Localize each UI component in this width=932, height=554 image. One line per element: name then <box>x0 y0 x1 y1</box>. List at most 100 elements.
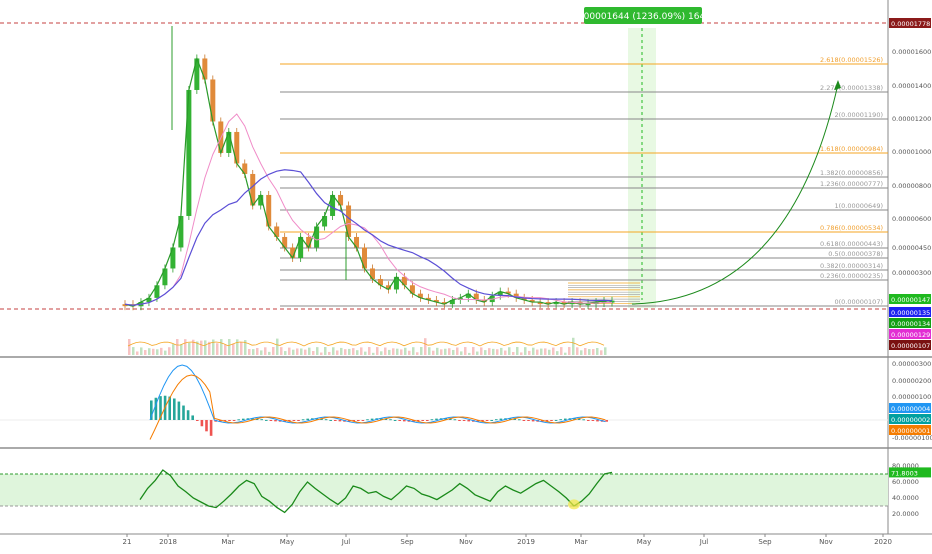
price-badge[interactable]: 0.00000129 <box>889 329 931 339</box>
volume-bar <box>584 348 587 355</box>
price-tick-label: 0.00000450 <box>892 244 931 252</box>
fib-level-label: 0(0.00000107) <box>835 298 884 306</box>
volume-bar <box>384 347 387 355</box>
macd-histogram-bar <box>274 420 277 422</box>
macd-histogram-bar <box>554 419 558 421</box>
volume-bar <box>412 347 415 355</box>
fib-level-label: 0.5(0.00000378) <box>828 250 883 258</box>
rsi-badge[interactable]: 71.8003 <box>889 467 931 478</box>
price-badge[interactable]: 0.00000107 <box>889 340 931 350</box>
volume-bar <box>336 350 339 355</box>
macd-histogram-bar <box>499 418 503 420</box>
macd-histogram-bar <box>522 420 526 421</box>
volume-bar <box>440 349 443 355</box>
price-badge-label: 0.00000147 <box>891 296 930 304</box>
volume-bar <box>544 348 547 355</box>
fib-level-label: 0.618(0.00000443) <box>820 240 883 248</box>
macd-signal-line[interactable] <box>149 374 606 440</box>
macd-histogram-bar <box>324 419 328 421</box>
time-tick-label: Sep <box>400 538 414 546</box>
volume-bar <box>324 347 327 355</box>
macd-histogram-bar <box>232 420 236 421</box>
fib-level-label: 1.236(0.00000777) <box>820 180 883 188</box>
volume-bar <box>392 348 395 355</box>
volume-bar <box>320 352 323 355</box>
volume-bar <box>480 347 483 355</box>
macd-badge-label: 0.00000001 <box>891 427 930 435</box>
volume-bar <box>468 352 471 355</box>
volume-bar <box>340 347 343 355</box>
volume-bar <box>220 339 223 355</box>
volume-bar <box>548 349 551 355</box>
volume-bar <box>424 338 427 355</box>
price-tick-label: 0.00001200 <box>892 115 931 123</box>
volume-bar <box>564 352 567 355</box>
macd-pane[interactable] <box>0 364 888 440</box>
volume-bar <box>524 347 527 355</box>
macd-histogram-bar <box>269 420 273 421</box>
volume-bar <box>404 347 407 355</box>
price-badge-label: 0.00000129 <box>891 331 930 339</box>
price-badge-label: 0.00000107 <box>891 342 930 350</box>
volume-bar <box>288 347 291 355</box>
volume-bar <box>344 349 347 355</box>
chart-stage[interactable]: 0.00001644 (1236.09%) 1644 2.618(0.00001… <box>0 0 932 550</box>
volume-bar <box>256 347 259 355</box>
price-badge[interactable]: 0.00000135 <box>889 307 931 317</box>
price-badge-label: 0.00000135 <box>891 309 930 317</box>
rsi-tick-label: 40.0000 <box>892 494 919 502</box>
macd-badge[interactable]: 0.00000004 <box>889 403 931 413</box>
volume-bar <box>600 350 603 355</box>
macd-histogram-bar <box>582 419 585 421</box>
price-axis-area[interactable] <box>888 0 932 534</box>
macd-histogram-bar <box>596 420 599 422</box>
volume-bar <box>264 347 267 355</box>
volume-bar <box>488 348 491 355</box>
volume-bar <box>348 348 351 355</box>
macd-histogram-bar <box>366 419 369 421</box>
macd-tick-label: -0.00000100 <box>892 434 932 442</box>
volume-bar <box>300 348 303 355</box>
macd-histogram-bar <box>338 420 342 422</box>
volume-bar <box>252 349 255 355</box>
macd-histogram-bar <box>531 420 535 422</box>
price-tick-label: 0.00001600 <box>892 48 931 56</box>
volume-bar <box>284 351 287 355</box>
macd-histogram-bar <box>265 419 268 421</box>
macd-histogram-bar <box>200 420 204 427</box>
price-badge[interactable]: 0.00000147 <box>889 294 931 304</box>
price-badge[interactable]: 0.00001778 <box>889 18 931 28</box>
macd-histogram-bar <box>398 420 401 421</box>
macd-line[interactable] <box>149 364 606 424</box>
macd-histogram-bar <box>196 420 199 421</box>
volume-bar <box>360 347 363 355</box>
rsi-pane[interactable] <box>0 469 888 514</box>
volume-bar <box>184 339 187 355</box>
time-tick-label: Sep <box>758 538 772 546</box>
fib-level-label: 1.618(0.00000984) <box>820 145 883 153</box>
volume-bar <box>160 347 163 355</box>
price-badge[interactable]: 0.00000134 <box>889 318 931 328</box>
volume-bar <box>268 351 271 355</box>
volume-bar <box>472 347 475 355</box>
volume-bar <box>540 348 543 355</box>
volume-bar <box>176 339 179 355</box>
volume-bar <box>456 347 459 355</box>
macd-histogram-bar <box>430 419 434 421</box>
time-tick-label: 2020 <box>874 538 892 546</box>
macd-badge[interactable]: 0.00000002 <box>889 414 931 424</box>
volume-bar <box>512 352 515 355</box>
rsi-band <box>0 474 888 506</box>
macd-badge[interactable]: 0.00000001 <box>889 425 931 435</box>
measure-badge[interactable]: 0.00001644 (1236.09%) 1644 <box>575 7 711 24</box>
volume-bar <box>168 347 171 355</box>
volume-bar <box>188 342 191 355</box>
macd-tick-label: 0.00000300 <box>892 360 931 368</box>
macd-histogram-bar <box>495 419 498 421</box>
volume-bar <box>452 349 455 355</box>
time-tick-label: Mar <box>574 538 587 546</box>
time-axis[interactable]: 21 2018 Mar May Jul Sep Nov 2019 Mar May Jul Sep Nov… <box>123 534 892 546</box>
volume-bar <box>484 350 487 355</box>
trading-chart[interactable]: 0.00001644 (1236.09%) 1644 2.618(0.00001… <box>0 0 932 550</box>
volume-bar <box>164 350 167 355</box>
